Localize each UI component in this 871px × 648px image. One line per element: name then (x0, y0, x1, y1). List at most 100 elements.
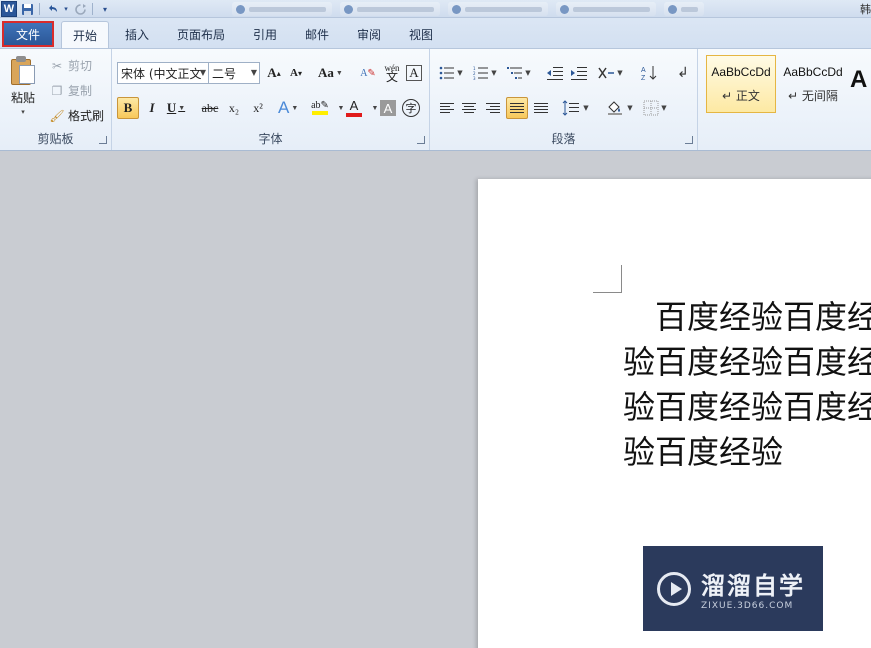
svg-text:3: 3 (473, 76, 476, 80)
tab-file[interactable]: 文件 (2, 21, 54, 47)
format-painter-button[interactable]: 🖌 格式刷 (49, 107, 104, 124)
increase-indent-button[interactable] (568, 62, 590, 84)
align-right-button[interactable] (482, 97, 504, 119)
paste-label: 粘贴 (10, 91, 35, 105)
blurred-title (465, 6, 542, 12)
blurred-title (681, 6, 698, 12)
copy-icon: ❐ (51, 83, 63, 98)
highlight-button[interactable]: ab✎ (310, 97, 330, 119)
line-spacing-dropdown-icon[interactable]: ▼ (580, 97, 590, 119)
document-tab[interactable] (340, 2, 440, 16)
shading-button[interactable] (604, 97, 626, 119)
paste-button[interactable]: 粘贴 ▾ (6, 55, 40, 116)
sort-button[interactable]: AZ (638, 62, 660, 84)
font-size-select[interactable]: 二号 ▼ (208, 62, 260, 84)
shrink-font-button[interactable]: A ▾ (286, 62, 306, 84)
tab-references[interactable]: 引用 (244, 21, 286, 48)
superscript-button[interactable]: x² (248, 97, 268, 119)
document-icon (236, 4, 245, 14)
justify-button[interactable] (506, 97, 528, 119)
bold-button[interactable]: B (117, 97, 139, 119)
grow-font-button[interactable]: A ▴ (264, 62, 284, 84)
paragraph-group: ▼ 123 ▼ ▼ ▼ AZ ↲ ▼ ▼ ▼ 段落 (430, 49, 698, 150)
watermark-subtitle: ZIXUE.3D66.COM (701, 601, 794, 611)
distributed-button[interactable] (530, 97, 552, 119)
document-tab[interactable] (556, 2, 656, 16)
qat-separator (92, 3, 93, 15)
tab-page-layout[interactable]: 页面布局 (170, 21, 232, 48)
tab-view[interactable]: 视图 (400, 21, 442, 48)
font-group: 宋体 (中文正文 ▼ 二号 ▼ A ▴ A ▾ Aa ▼ A ✎ wén 文 A B I … (112, 49, 430, 150)
change-case-button[interactable]: Aa ▼ (318, 62, 343, 84)
undo-dropdown-icon[interactable]: ▾ (62, 1, 70, 17)
tab-review[interactable]: 审阅 (348, 21, 390, 48)
watermark-text: 溜溜自学 ZIXUE.3D66.COM (701, 566, 805, 611)
style-sample: AaBbCcDd (711, 64, 771, 79)
phonetic-guide-button[interactable]: wén 文 (382, 62, 402, 84)
shading-dropdown-icon[interactable]: ▼ (624, 97, 634, 119)
chevron-down-icon: ▼ (335, 69, 343, 77)
title-bar: W ▾ ▾ 韩 (0, 0, 871, 18)
style-heading[interactable]: A (850, 55, 871, 113)
document-icon (668, 4, 677, 14)
character-border-button[interactable]: A (406, 65, 422, 81)
underline-button[interactable]: U ▼ (166, 97, 186, 119)
svg-text:A: A (641, 67, 646, 74)
cut-label: 剪切 (68, 59, 93, 73)
copy-button[interactable]: ❐ 复制 (50, 82, 92, 99)
document-body-text[interactable]: 百度经验百度经验百度经验百度经验百度经验百度经验百度经验 (623, 295, 871, 475)
style-sample: A (850, 66, 868, 93)
paintbrush-icon: 🖌 (49, 108, 65, 123)
tab-insert[interactable]: 插入 (116, 21, 158, 48)
word-icon[interactable]: W (1, 1, 17, 17)
undo-icon[interactable] (44, 1, 60, 17)
document-tab[interactable] (664, 2, 704, 16)
document-tab[interactable] (232, 2, 332, 16)
style-normal[interactable]: AaBbCcDd ↵ 正文 (706, 55, 776, 113)
style-sample: AaBbCcDd (783, 64, 843, 79)
play-icon (657, 571, 691, 606)
font-group-label: 字体 (258, 132, 283, 146)
align-center-button[interactable] (458, 97, 480, 119)
italic-button[interactable]: I (142, 97, 162, 119)
subscript-button[interactable]: x₂ (224, 97, 244, 119)
paste-icon (9, 55, 37, 85)
chevron-down-icon: ▼ (178, 104, 186, 112)
document-icon (344, 4, 353, 14)
save-icon[interactable] (19, 1, 35, 17)
show-marks-button[interactable]: ↲ (672, 62, 694, 84)
paste-dropdown-icon[interactable]: ▾ (21, 108, 25, 116)
font-family-select[interactable]: 宋体 (中文正文 ▼ (117, 62, 209, 84)
chevron-down-icon: ▼ (291, 104, 299, 112)
tab-home[interactable]: 开始 (61, 21, 109, 48)
margin-corner-mark (593, 292, 621, 293)
numbering-dropdown-icon[interactable]: ▼ (488, 62, 498, 84)
clear-format-button[interactable]: A ✎ (358, 62, 378, 84)
line-spacing-button[interactable] (560, 97, 582, 119)
character-shading-button[interactable]: A (380, 100, 396, 116)
document-tab[interactable] (448, 2, 548, 16)
enclose-characters-button[interactable]: 字 (402, 99, 420, 117)
style-no-spacing[interactable]: AaBbCcDd ↵ 无间隔 (778, 55, 848, 113)
strikethrough-button[interactable]: abc (200, 97, 220, 119)
customize-icon[interactable]: ▾ (97, 1, 113, 17)
align-left-button[interactable] (436, 97, 458, 119)
font-launcher-icon[interactable] (417, 136, 425, 144)
borders-dropdown-icon[interactable]: ▼ (658, 97, 668, 119)
bullets-dropdown-icon[interactable]: ▼ (454, 62, 464, 84)
paragraph-launcher-icon[interactable] (685, 136, 693, 144)
chinese-layout-dropdown-icon[interactable]: ▼ (614, 62, 624, 84)
multilevel-dropdown-icon[interactable]: ▼ (522, 62, 532, 84)
decrease-indent-button[interactable] (544, 62, 566, 84)
svg-text:Z: Z (641, 75, 646, 81)
text-effects-button[interactable]: A ▼ (278, 97, 298, 119)
tab-mailings[interactable]: 邮件 (296, 21, 338, 48)
font-color-button[interactable]: A (344, 97, 364, 119)
redo-icon[interactable] (72, 1, 88, 17)
blurred-title (249, 6, 326, 12)
document-page[interactable]: 百度经验百度经验百度经验百度经验百度经验百度经验百度经验 溜溜自学 ZIXUE.… (478, 179, 871, 648)
clipboard-launcher-icon[interactable] (99, 136, 107, 144)
document-tabs (232, 0, 871, 18)
cut-button[interactable]: ✂ 剪切 (50, 57, 92, 74)
chevron-down-icon: ▼ (199, 68, 206, 77)
